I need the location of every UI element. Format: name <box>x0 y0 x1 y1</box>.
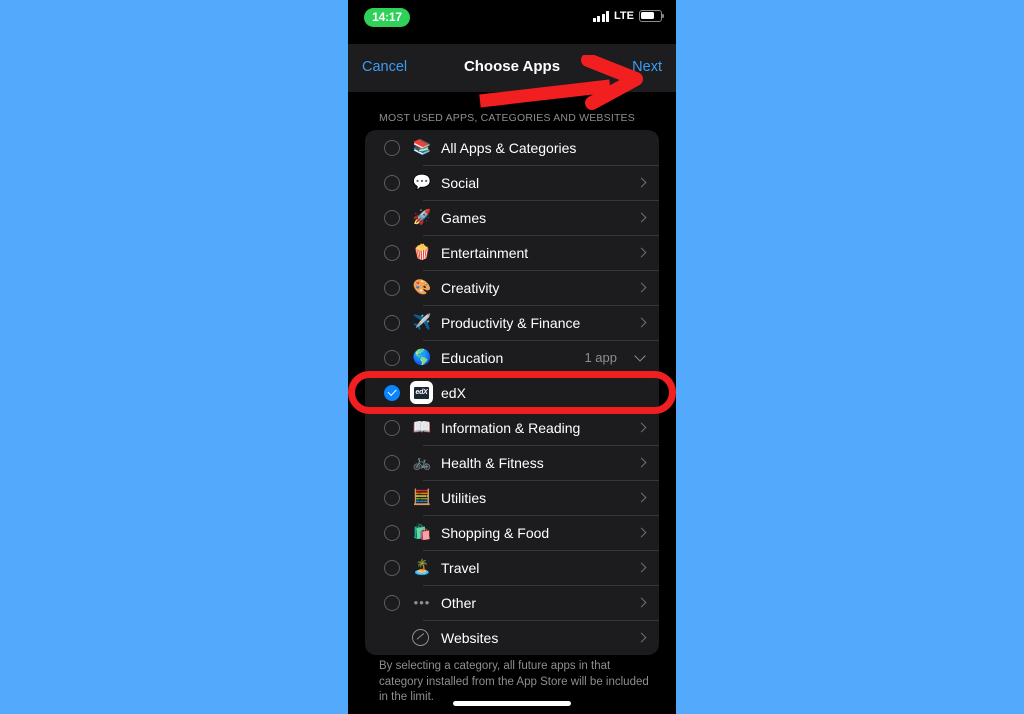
stacked-layers-icon: 📚 <box>412 138 432 156</box>
status-bar-indicators: LTE <box>592 10 664 22</box>
status-bar-time-recording-pill: 14:17 <box>364 8 410 27</box>
list-item[interactable]: 🏝️ Travel <box>365 550 659 585</box>
chevron-right-icon[interactable] <box>636 527 647 538</box>
calculator-icon: 🧮 <box>412 488 432 506</box>
island-icon: 🏝️ <box>412 558 432 576</box>
checkbox-unchecked[interactable] <box>384 279 400 296</box>
chevron-right-icon[interactable] <box>636 632 647 643</box>
list-item-label: Information & Reading <box>441 419 581 436</box>
list-item-label: Utilities <box>441 489 487 506</box>
checkbox-unchecked[interactable] <box>384 559 400 576</box>
list-item-label: Shopping & Food <box>441 524 550 541</box>
checkbox-unchecked[interactable] <box>384 594 400 611</box>
globe-icon: 🌎 <box>412 348 432 366</box>
open-book-icon: 📖 <box>412 418 432 436</box>
list-item[interactable]: 🚲 Health & Fitness <box>365 445 659 480</box>
list-item[interactable]: 🧮 Utilities <box>365 480 659 515</box>
list-item-label: All Apps & Categories <box>441 139 577 156</box>
chevron-right-icon[interactable] <box>636 282 647 293</box>
red-highlight-box-annotation <box>348 371 676 414</box>
list-item-label: Productivity & Finance <box>441 314 581 331</box>
list-item[interactable]: 📚 All Apps & Categories <box>365 130 659 165</box>
compass-icon <box>412 629 429 646</box>
shopping-bag-icon: 🛍️ <box>412 523 432 541</box>
checkbox-unchecked[interactable] <box>384 419 400 436</box>
rocket-icon: 🚀 <box>412 208 432 226</box>
list-item[interactable]: 🌎 Education 1 app <box>365 340 659 375</box>
list-item[interactable]: 🎨 Creativity <box>365 270 659 305</box>
list-item-label: Travel <box>441 559 480 576</box>
speech-bubbles-icon: 💬 <box>412 173 432 191</box>
list-item[interactable]: 🍿 Entertainment <box>365 235 659 270</box>
list-item-label: Social <box>441 174 480 191</box>
chevron-right-icon[interactable] <box>636 247 647 258</box>
list-item[interactable]: ••• Other <box>365 585 659 620</box>
paper-plane-icon: ✈️ <box>412 313 432 331</box>
list-item[interactable]: 💬 Social <box>365 165 659 200</box>
checkbox-unchecked[interactable] <box>384 489 400 506</box>
checkbox-unchecked[interactable] <box>384 454 400 471</box>
list-item-value: 1 app <box>584 350 617 365</box>
signal-bars-icon <box>592 10 610 22</box>
list-item-label: Education <box>441 349 504 366</box>
chevron-right-icon[interactable] <box>636 177 647 188</box>
chevron-right-icon[interactable] <box>636 457 647 468</box>
list-item[interactable]: 🛍️ Shopping & Food <box>365 515 659 550</box>
list-item[interactable]: 📖 Information & Reading <box>365 410 659 445</box>
chevron-down-icon[interactable] <box>634 350 646 362</box>
chevron-right-icon[interactable] <box>636 212 647 223</box>
next-button[interactable]: Next <box>632 59 662 75</box>
checkbox-unchecked[interactable] <box>384 314 400 331</box>
checkbox-unchecked[interactable] <box>384 349 400 366</box>
checkbox-unchecked[interactable] <box>384 209 400 226</box>
list-item[interactable]: ✈️ Productivity & Finance <box>365 305 659 340</box>
footer-note: By selecting a category, all future apps… <box>379 660 649 703</box>
status-bar: 14:17 LTE <box>348 0 676 44</box>
home-indicator <box>453 701 571 706</box>
chevron-right-icon[interactable] <box>636 562 647 573</box>
chevron-right-icon[interactable] <box>636 597 647 608</box>
checkbox-unchecked[interactable] <box>384 244 400 261</box>
list-item[interactable]: Websites <box>365 620 659 655</box>
checkbox-unchecked[interactable] <box>384 524 400 541</box>
list-item-label: Health & Fitness <box>441 454 544 471</box>
popcorn-icon: 🍿 <box>412 243 432 261</box>
list-item-label: Websites <box>441 629 499 646</box>
list-item-label: Entertainment <box>441 244 529 261</box>
navigation-bar: Cancel Choose Apps Next <box>348 44 676 93</box>
chevron-right-icon[interactable] <box>636 317 647 328</box>
bicycle-icon: 🚲 <box>412 453 432 471</box>
chevron-right-icon[interactable] <box>636 492 647 503</box>
section-header: MOST USED APPS, CATEGORIES AND WEBSITES <box>379 112 635 124</box>
battery-icon <box>639 10 664 22</box>
ellipsis-icon: ••• <box>413 595 431 610</box>
chevron-right-icon[interactable] <box>636 422 647 433</box>
lte-label: LTE <box>614 10 634 22</box>
checkbox-unchecked[interactable] <box>384 139 400 156</box>
page-title: Choose Apps <box>463 58 561 75</box>
list-item-label: Creativity <box>441 279 500 296</box>
list-item-label: Games <box>441 209 487 226</box>
phone-screenshot: 14:17 LTE Cancel Choose Apps Next MOST U… <box>348 0 676 714</box>
artist-palette-icon: 🎨 <box>412 278 432 296</box>
checkbox-unchecked[interactable] <box>384 174 400 191</box>
list-item[interactable]: 🚀 Games <box>365 200 659 235</box>
list-item-label: Other <box>441 594 477 611</box>
